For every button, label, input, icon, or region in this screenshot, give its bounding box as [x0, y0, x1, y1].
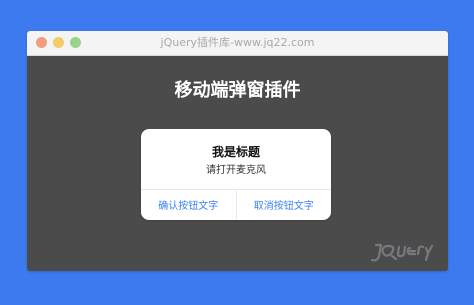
- jquery-watermark-icon: [368, 236, 438, 264]
- window-titlebar: jQuery插件库-www.jq22.com: [27, 31, 448, 56]
- cancel-button[interactable]: 取消按钮文字: [235, 190, 332, 219]
- browser-window: jQuery插件库-www.jq22.com 移动端弹窗插件 我是标题 请打开麦…: [27, 31, 448, 271]
- modal-dialog: 我是标题 请打开麦克风 确认按钮文字 取消按钮文字: [141, 129, 331, 220]
- window-title: jQuery插件库-www.jq22.com: [160, 36, 315, 49]
- modal-actions: 确认按钮文字 取消按钮文字: [141, 190, 331, 219]
- page-title: 移动端弹窗插件: [174, 80, 301, 101]
- modal-body: 我是标题 请打开麦克风: [141, 129, 331, 190]
- page-content: 移动端弹窗插件 我是标题 请打开麦克风 确认按钮文字 取消按钮文字: [27, 56, 448, 271]
- modal-title: 我是标题: [211, 145, 260, 159]
- confirm-button[interactable]: 确认按钮文字: [141, 190, 236, 219]
- modal-message: 请打开麦克风: [206, 165, 266, 176]
